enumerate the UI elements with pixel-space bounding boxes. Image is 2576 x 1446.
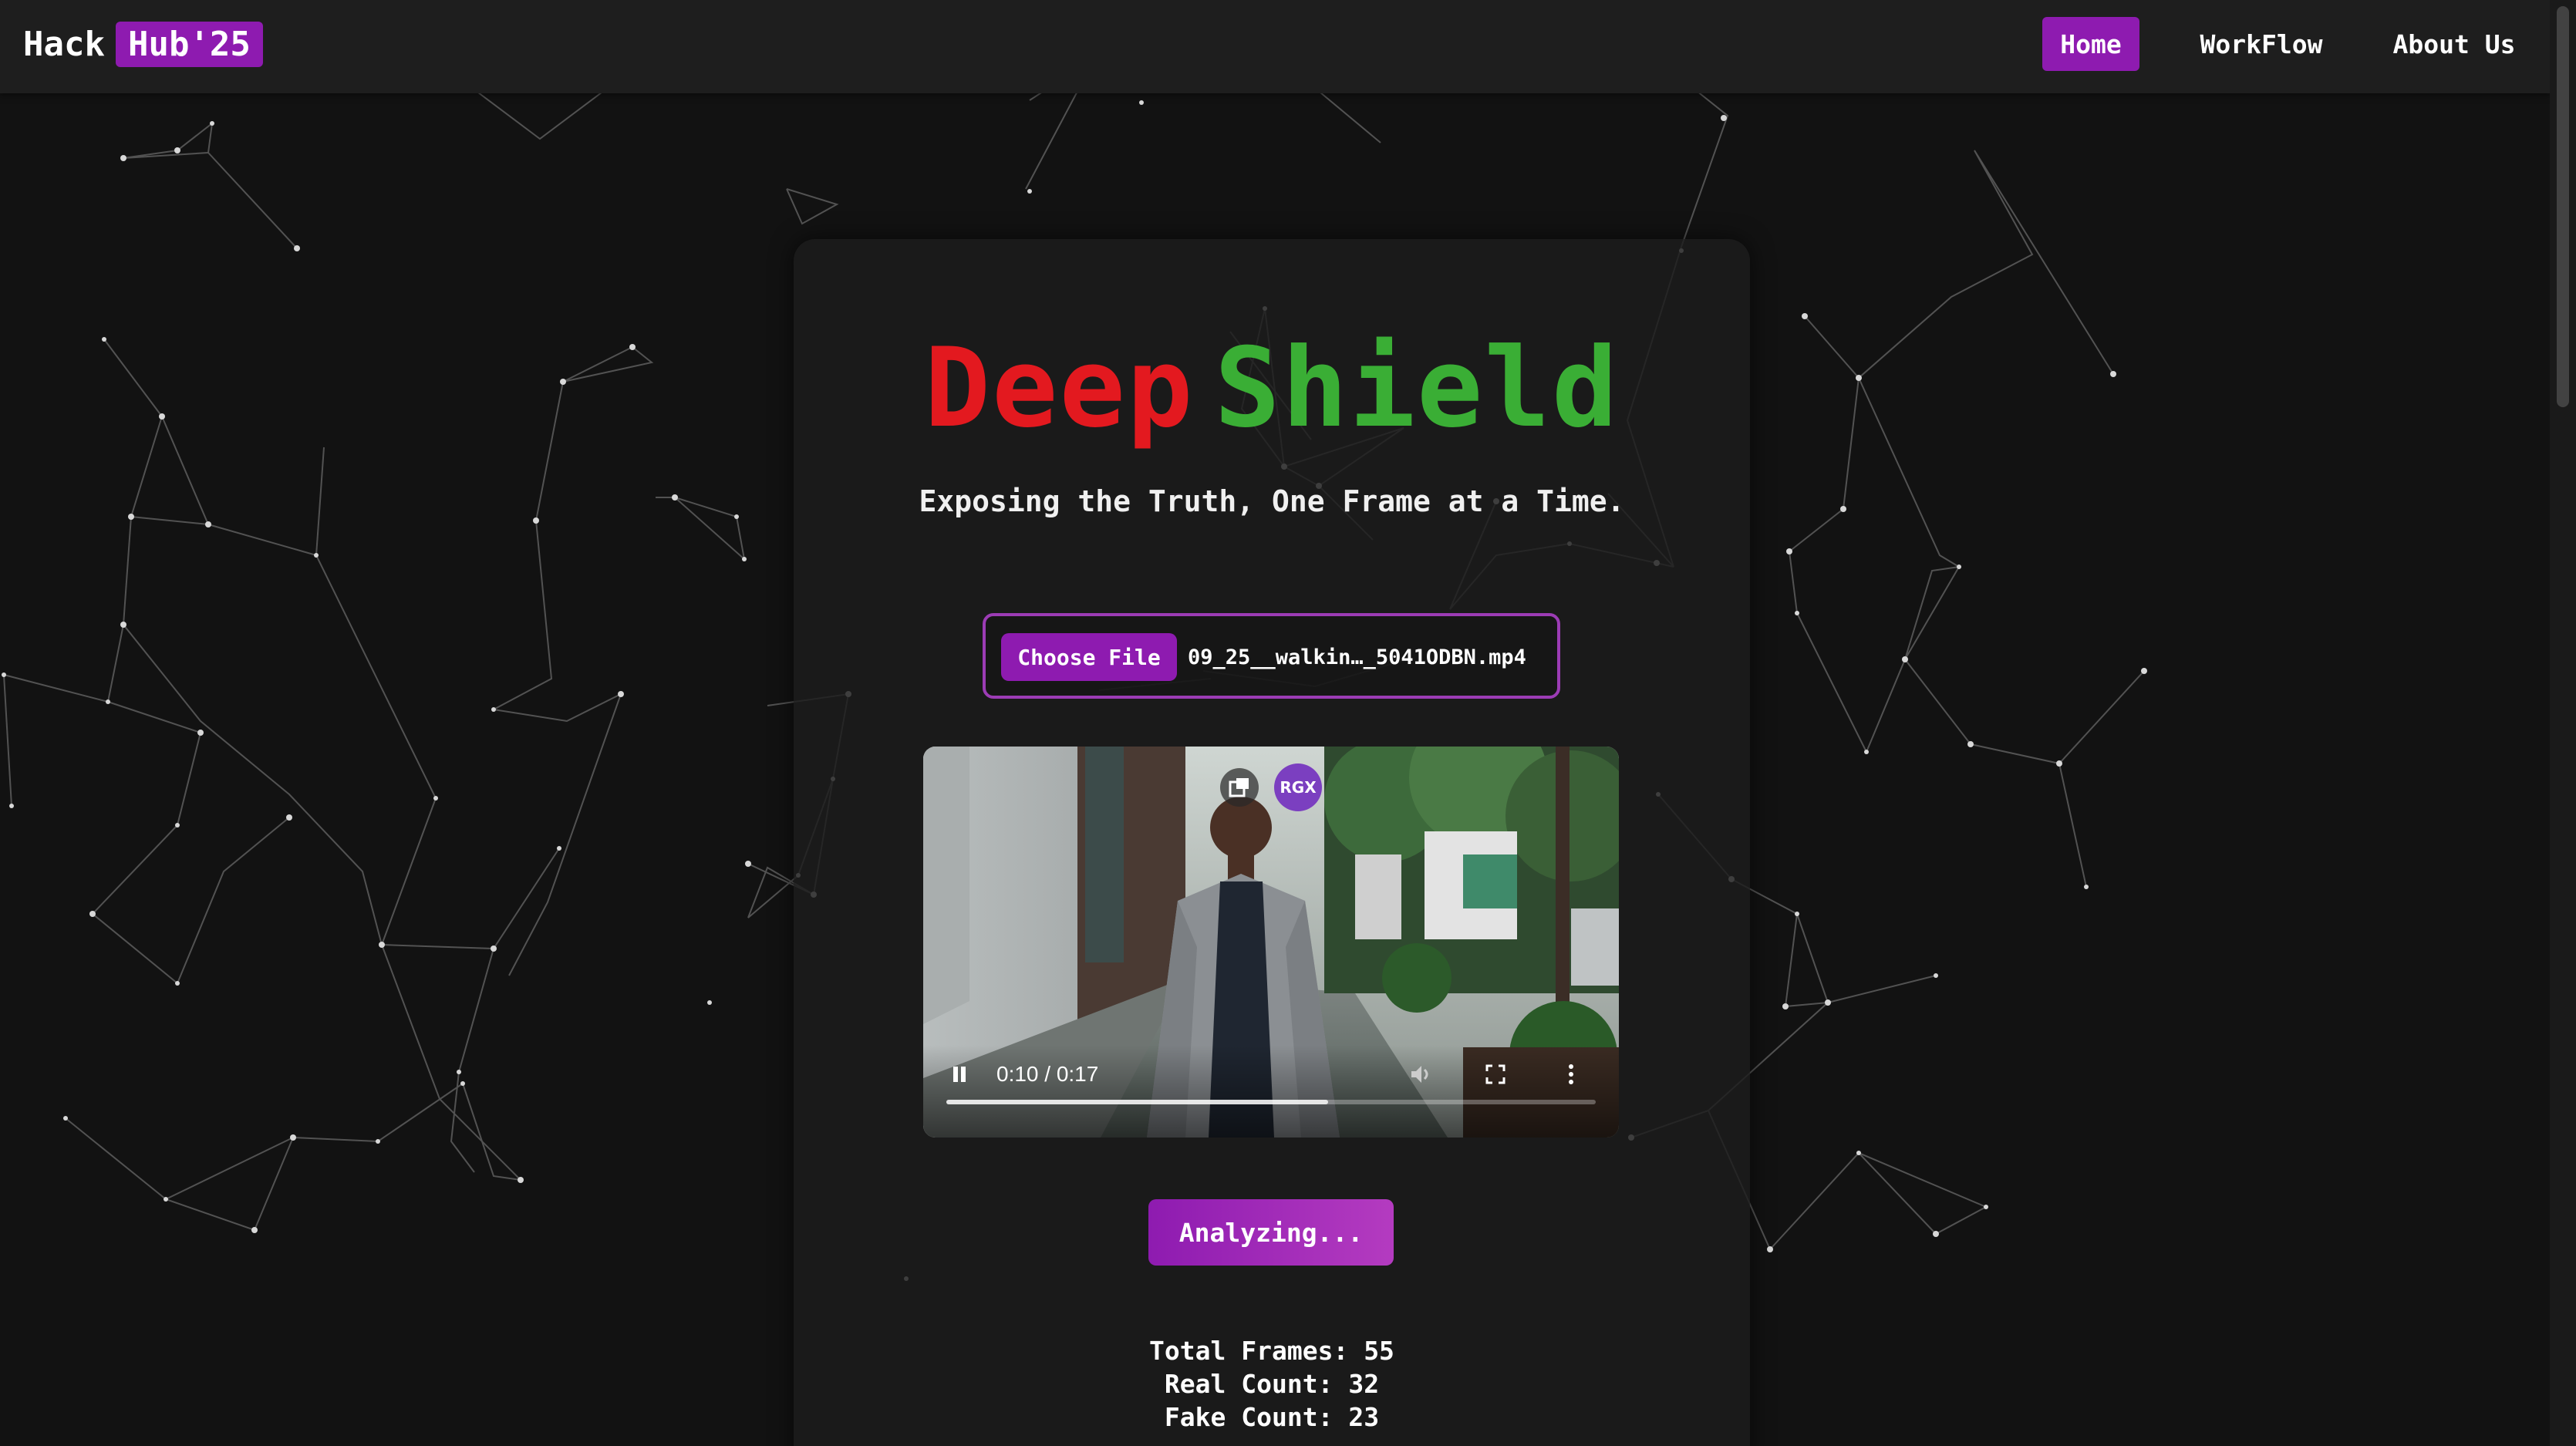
fake-count-stat: Fake Count: 23 bbox=[1164, 1402, 1380, 1432]
top-navbar: Hack Hub'25 Home WorkFlow About Us bbox=[0, 0, 2550, 93]
main-card: Deep Shield Exposing the Truth, One Frame… bbox=[794, 239, 1750, 1446]
total-frames-stat: Total Frames: 55 bbox=[1149, 1336, 1394, 1366]
app-title: Deep Shield bbox=[794, 334, 1750, 443]
brand-hub-badge: Hub'25 bbox=[115, 21, 263, 67]
scrollbar-thumb[interactable] bbox=[2557, 6, 2569, 407]
page: Hack Hub'25 Home WorkFlow About Us Deep S… bbox=[0, 0, 2576, 1446]
real-count-stat: Real Count: 32 bbox=[1164, 1369, 1380, 1399]
brand-hack-text: Hack bbox=[23, 24, 105, 64]
title-shield: Shield bbox=[1214, 325, 1620, 452]
title-deep: Deep bbox=[924, 325, 1195, 452]
selected-file-name: 09_25__walkin…_5041ODBN.mp4 bbox=[1188, 645, 1526, 669]
rgx-extension-badge[interactable]: RGX bbox=[1274, 763, 1322, 811]
nav-home-link[interactable]: Home bbox=[2042, 17, 2139, 71]
brand-logo[interactable]: Hack Hub'25 bbox=[23, 15, 263, 72]
analyze-button[interactable]: Analyzing... bbox=[1148, 1199, 1394, 1266]
tagline: Exposing the Truth, One Frame at a Time. bbox=[919, 484, 1625, 518]
analysis-results: Total Frames: 55 Real Count: 32 Fake Cou… bbox=[794, 1334, 1750, 1434]
page-scrollbar[interactable] bbox=[2550, 0, 2576, 1446]
file-upload-field[interactable]: Choose File 09_25__walkin…_5041ODBN.mp4 bbox=[983, 613, 1560, 699]
video-progress-bar[interactable] bbox=[946, 1100, 1596, 1104]
nav-about-link[interactable]: About Us bbox=[2374, 17, 2534, 71]
volume-icon[interactable] bbox=[1401, 1055, 1440, 1094]
nav-workflow-link[interactable]: WorkFlow bbox=[2181, 17, 2342, 71]
fullscreen-icon[interactable] bbox=[1476, 1055, 1515, 1094]
video-player[interactable]: RGX 0:10 / 0:17 bbox=[923, 747, 1619, 1138]
more-options-icon[interactable] bbox=[1552, 1055, 1590, 1094]
video-progress-fill bbox=[946, 1100, 1329, 1104]
choose-file-button[interactable]: Choose File bbox=[1001, 633, 1177, 681]
picture-in-picture-icon[interactable] bbox=[1220, 768, 1259, 807]
video-time-display: 0:10 / 0:17 bbox=[996, 1062, 1099, 1086]
pause-icon[interactable] bbox=[940, 1055, 979, 1094]
